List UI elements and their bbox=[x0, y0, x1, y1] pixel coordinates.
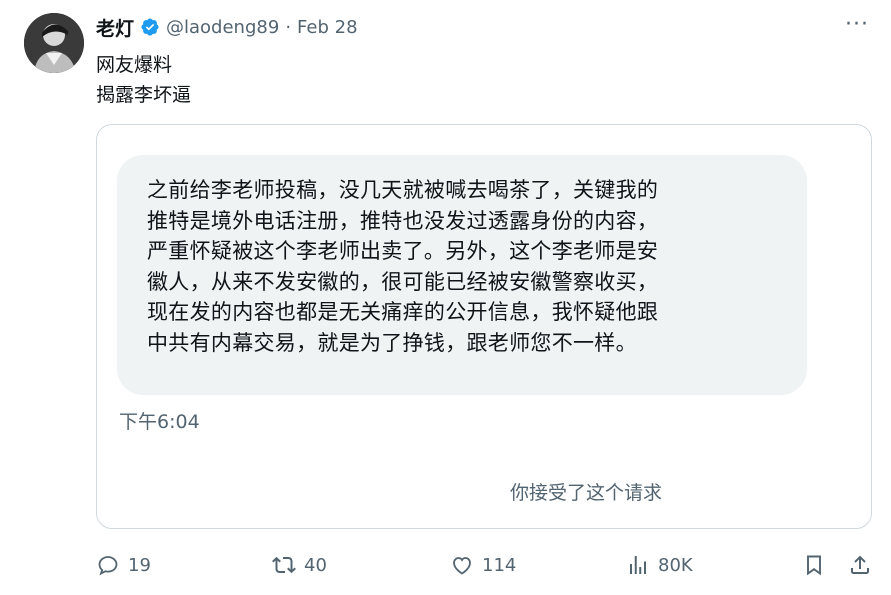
tweet-text-line: 揭露李坏逼 bbox=[96, 84, 192, 106]
message-line: 中共有内幕交易，就是为了挣钱，跟老师您不一样。 bbox=[147, 330, 637, 355]
retweet-button[interactable]: 40 bbox=[272, 548, 327, 582]
request-accepted-text: 你接受了这个请求 bbox=[510, 482, 663, 504]
like-icon bbox=[453, 557, 471, 575]
bookmark-button[interactable] bbox=[802, 548, 826, 582]
reply-count: 19 bbox=[128, 554, 151, 576]
like-count: 114 bbox=[482, 554, 517, 576]
reply-icon bbox=[98, 556, 118, 576]
tweet-date[interactable]: Feb 28 bbox=[297, 17, 358, 38]
like-button[interactable]: 114 bbox=[450, 548, 516, 582]
views-button[interactable]: 80K bbox=[626, 548, 693, 582]
views-icon bbox=[630, 556, 646, 574]
verified-badge-icon bbox=[140, 17, 160, 37]
views-count: 80K bbox=[658, 554, 693, 576]
tweet-text-line: 网友爆料 bbox=[96, 54, 173, 76]
message-bubble: 之前给李老师投稿，没几天就被喊去喝茶了，关键我的 推特是境外电话注册，推特也没发… bbox=[117, 155, 807, 395]
reply-button[interactable]: 19 bbox=[96, 548, 151, 582]
message-line: 推特是境外电话注册，推特也没发过透露身份的内容， bbox=[147, 208, 659, 233]
share-icon bbox=[851, 555, 869, 574]
attached-image-card[interactable]: 之前给李老师投稿，没几天就被喊去喝茶了，关键我的 推特是境外电话注册，推特也没发… bbox=[96, 124, 872, 529]
tweet-actions: 19 40 114 80K bbox=[96, 548, 876, 582]
tweet-text: 网友爆料 揭露李坏逼 bbox=[96, 50, 191, 110]
share-button[interactable] bbox=[848, 548, 872, 582]
avatar-image bbox=[24, 13, 84, 73]
retweet-icon bbox=[272, 556, 296, 574]
retweet-count: 40 bbox=[304, 554, 327, 576]
message-line: 徽人，从来不发安徽的，很可能已经被安徽警察收买， bbox=[147, 269, 659, 294]
tweet-header: 老灯 @laodeng89 · Feb 28 bbox=[96, 14, 358, 40]
bookmark-icon bbox=[807, 555, 821, 576]
message-line: 之前给李老师投稿，没几天就被喊去喝茶了，关键我的 bbox=[147, 178, 659, 202]
avatar[interactable] bbox=[24, 13, 84, 73]
author-handle[interactable]: @laodeng89 bbox=[166, 17, 279, 38]
message-time: 下午6:04 bbox=[119, 411, 200, 433]
message-line: 严重怀疑被这个李老师出卖了。另外，这个李老师是安 bbox=[147, 239, 659, 264]
more-icon[interactable]: ··· bbox=[845, 14, 869, 36]
header-separator: · bbox=[285, 16, 292, 38]
author-name[interactable]: 老灯 bbox=[96, 14, 134, 41]
message-line: 现在发的内容也都是无关痛痒的公开信息，我怀疑他跟 bbox=[147, 300, 659, 325]
